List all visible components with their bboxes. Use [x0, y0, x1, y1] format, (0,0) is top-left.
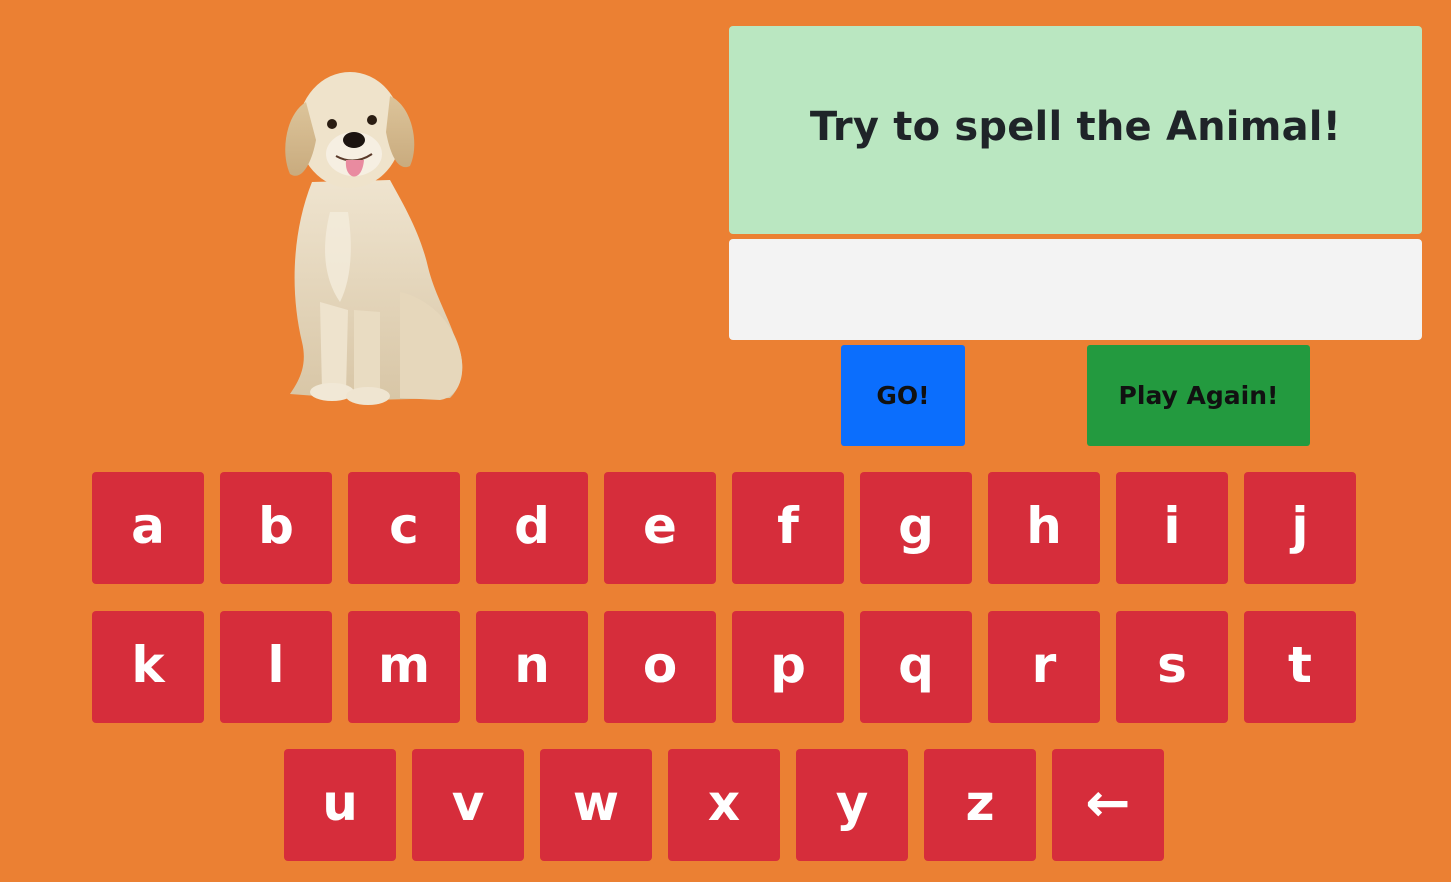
prompt-text: Try to spell the Animal! [809, 104, 1342, 150]
dog-image [285, 72, 463, 405]
key-w[interactable]: w [540, 749, 652, 861]
key-u[interactable]: u [284, 749, 396, 861]
key-e[interactable]: e [604, 472, 716, 584]
go-button[interactable]: GO! [841, 345, 965, 446]
key-v[interactable]: v [412, 749, 524, 861]
key-a[interactable]: a [92, 472, 204, 584]
key-l[interactable]: l [220, 611, 332, 723]
key-y[interactable]: y [796, 749, 908, 861]
key-s[interactable]: s [1116, 611, 1228, 723]
prompt-panel: Try to spell the Animal! [729, 26, 1422, 234]
key-p[interactable]: p [732, 611, 844, 723]
key-n[interactable]: n [476, 611, 588, 723]
key-i[interactable]: i [1116, 472, 1228, 584]
answer-input[interactable] [729, 239, 1422, 340]
key-m[interactable]: m [348, 611, 460, 723]
key-d[interactable]: d [476, 472, 588, 584]
key-c[interactable]: c [348, 472, 460, 584]
key-r[interactable]: r [988, 611, 1100, 723]
key-f[interactable]: f [732, 472, 844, 584]
key-j[interactable]: j [1244, 472, 1356, 584]
key-k[interactable]: k [92, 611, 204, 723]
key-x[interactable]: x [668, 749, 780, 861]
backspace-key[interactable]: ← [1052, 749, 1164, 861]
left-arrow-icon: ← [1085, 771, 1131, 834]
play-again-button[interactable]: Play Again! [1087, 345, 1310, 446]
key-h[interactable]: h [988, 472, 1100, 584]
key-q[interactable]: q [860, 611, 972, 723]
key-b[interactable]: b [220, 472, 332, 584]
key-o[interactable]: o [604, 611, 716, 723]
key-t[interactable]: t [1244, 611, 1356, 723]
key-z[interactable]: z [924, 749, 1036, 861]
key-g[interactable]: g [860, 472, 972, 584]
